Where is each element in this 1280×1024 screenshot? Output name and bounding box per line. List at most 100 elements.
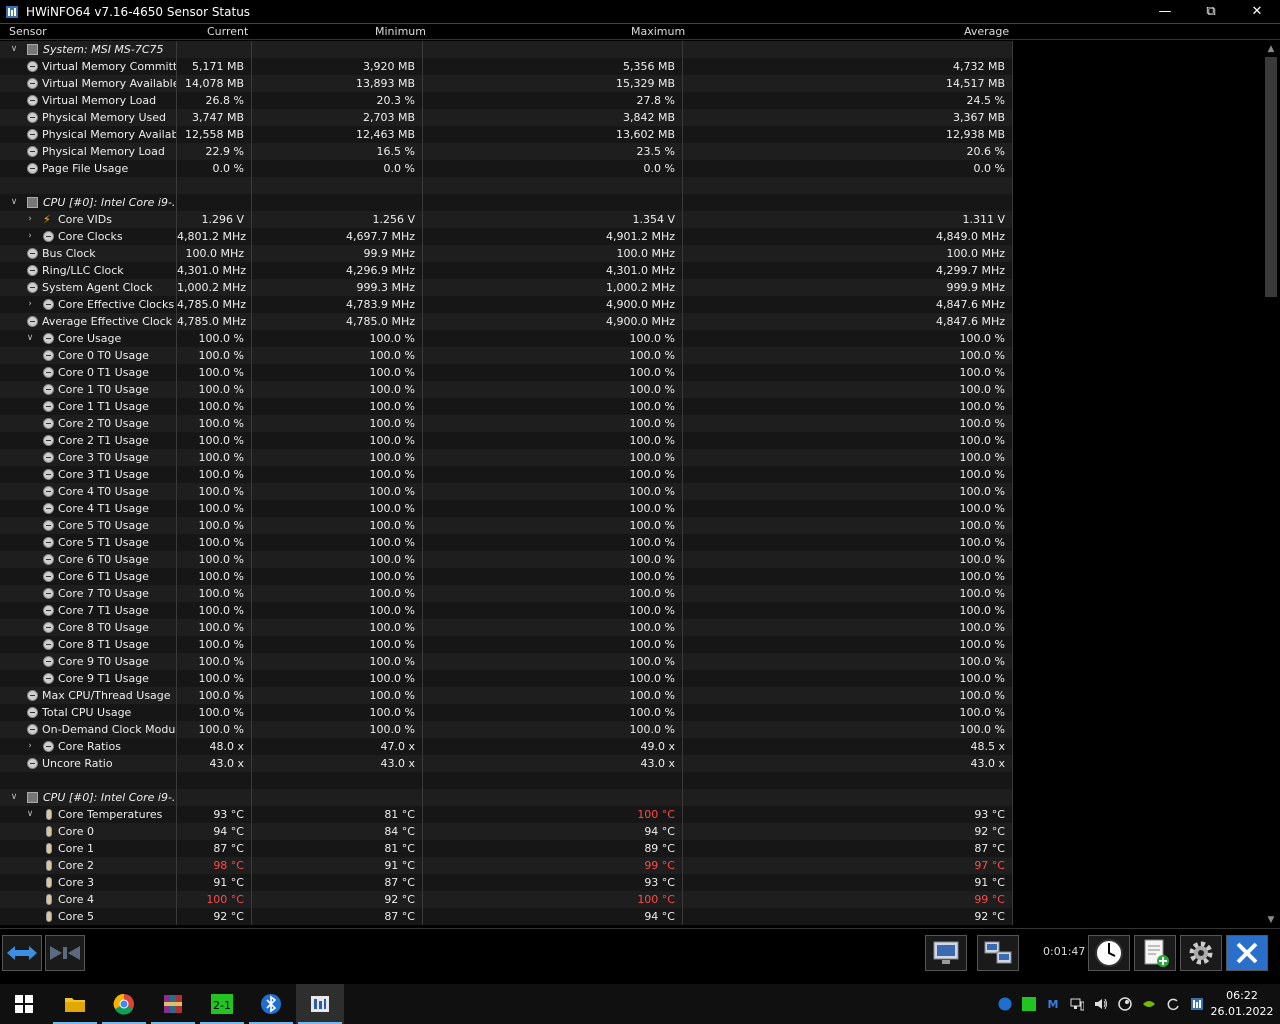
sensor-name-cell: ∨ Core Temperatures (0, 806, 177, 823)
sensor-row[interactable]: Total CPU Usage 100.0 % 100.0 % 100.0 % 100.… (0, 704, 1013, 721)
collapse-chevron-icon[interactable]: ∨ (8, 194, 20, 211)
collapse-chevron-icon[interactable]: ∨ (24, 330, 36, 347)
expand-chevron-icon[interactable]: › (24, 228, 36, 245)
sensor-row[interactable]: Physical Memory Available 12,558 MB 12,463… (0, 126, 1013, 143)
sensor-row[interactable]: Core 5 T0 Usage 100.0 % 100.0 % 100.0 % 100.… (0, 517, 1013, 534)
sensor-row[interactable]: Average Effective Clock 4,785.0 MHz 4,785.… (0, 313, 1013, 330)
sensor-group-row[interactable]: ∨ System: MSI MS-7C75 (0, 41, 1013, 58)
sensor-row[interactable]: Core 2 T1 Usage 100.0 % 100.0 % 100.0 % 100.… (0, 432, 1013, 449)
column-minimum[interactable]: Minimum (375, 25, 426, 38)
sensor-row[interactable]: Core 8 T1 Usage 100.0 % 100.0 % 100.0 % 100.… (0, 636, 1013, 653)
sensor-row[interactable]: Core 3 T0 Usage 100.0 % 100.0 % 100.0 % 100.… (0, 449, 1013, 466)
close-window-button[interactable]: ✕ (1234, 0, 1280, 23)
close-button[interactable] (1226, 935, 1268, 971)
expand-chevron-icon[interactable]: › (24, 738, 36, 755)
sensor-row[interactable]: Bus Clock 100.0 MHz 99.9 MHz 100.0 MHz 100.0… (0, 245, 1013, 262)
sensor-row[interactable]: Virtual Memory Available 14,078 MB 13,893 … (0, 75, 1013, 92)
taskbar-clock[interactable]: 06:22 26.01.2022 (1204, 988, 1280, 1020)
taskbar-chrome[interactable] (100, 984, 148, 1024)
sensor-row[interactable]: ∨ Core Usage 100.0 % 100.0 % 100.0 % 100.0 % (0, 330, 1013, 347)
sensor-row[interactable]: › Core Ratios 48.0 x 47.0 x 49.0 x 48.5 x (0, 738, 1013, 755)
settings-button[interactable] (1180, 935, 1222, 971)
tray-malwarebytes-icon[interactable]: M (1045, 996, 1061, 1012)
sensor-row[interactable]: Core 2 T0 Usage 100.0 % 100.0 % 100.0 % 100.… (0, 415, 1013, 432)
sensor-row[interactable]: Core 7 T1 Usage 100.0 % 100.0 % 100.0 % 100.… (0, 602, 1013, 619)
sensor-row[interactable]: Core 4 T0 Usage 100.0 % 100.0 % 100.0 % 100.… (0, 483, 1013, 500)
collapse-arrows-button[interactable] (45, 935, 85, 971)
scroll-up-arrow-icon[interactable]: ▲ (1262, 41, 1280, 57)
sensor-group-row[interactable]: ∨ CPU [#0]: Intel Core i9-... (0, 789, 1013, 806)
sensor-row[interactable]: Physical Memory Used 3,747 MB 2,703 MB 3,84… (0, 109, 1013, 126)
tray-nvidia-icon[interactable] (1141, 996, 1157, 1012)
sensor-row[interactable]: Core 1 87 °C 81 °C 89 °C 87 °C (0, 840, 1013, 857)
sensor-row[interactable]: Core 5 92 °C 87 °C 94 °C 92 °C (0, 908, 1013, 925)
sensor-row[interactable]: › Core Clocks 4,801.2 MHz 4,697.7 MHz 4,901.… (0, 228, 1013, 245)
tray-steam-icon[interactable] (1117, 996, 1133, 1012)
taskbar-file-explorer[interactable] (51, 984, 99, 1024)
taskbar-winrar[interactable] (149, 984, 197, 1024)
sensor-row[interactable]: Core 7 T0 Usage 100.0 % 100.0 % 100.0 % 100.… (0, 585, 1013, 602)
tray-blue-app-icon[interactable] (997, 996, 1013, 1012)
sensor-row[interactable]: On-Demand Clock Modul... 100.0 % 100.0 % 10… (0, 721, 1013, 738)
taskbar-hwinfo[interactable] (296, 984, 344, 1024)
taskbar-bluetooth-app[interactable] (247, 984, 295, 1024)
sensor-row[interactable]: Core 0 T0 Usage 100.0 % 100.0 % 100.0 % 100.… (0, 347, 1013, 364)
scroll-down-arrow-icon[interactable]: ▼ (1262, 912, 1280, 928)
sensor-row[interactable]: Core 4 T1 Usage 100.0 % 100.0 % 100.0 % 100.… (0, 500, 1013, 517)
sensor-row[interactable]: Core 1 T1 Usage 100.0 % 100.0 % 100.0 % 100.… (0, 398, 1013, 415)
sensor-row[interactable]: Ring/LLC Clock 4,301.0 MHz 4,296.9 MHz 4,30… (0, 262, 1013, 279)
expand-chevron-icon[interactable]: › (24, 296, 36, 313)
tray-hwinfo-icon[interactable] (1189, 996, 1205, 1012)
taskbar-green-app[interactable]: 2-1 (198, 984, 246, 1024)
sensor-row[interactable]: › Core Effective Clocks 4,785.0 MHz 4,783.9… (0, 296, 1013, 313)
sensor-row[interactable]: System Agent Clock 1,000.2 MHz 999.3 MHz 1,… (0, 279, 1013, 296)
vertical-scrollbar[interactable]: ▲ ▼ (1262, 41, 1280, 928)
sensor-row[interactable]: Page File Usage 0.0 % 0.0 % 0.0 % 0.0 % (0, 160, 1013, 177)
sensor-row[interactable]: Physical Memory Load 22.9 % 16.5 % 23.5 % 20… (0, 143, 1013, 160)
expand-arrows-button[interactable] (2, 935, 42, 971)
collapse-chevron-icon[interactable]: ∨ (24, 806, 36, 823)
column-average[interactable]: Average (964, 25, 1009, 38)
sensor-row[interactable]: Core 5 T1 Usage 100.0 % 100.0 % 100.0 % 100.… (0, 534, 1013, 551)
sensor-row[interactable]: Core 3 91 °C 87 °C 93 °C 91 °C (0, 874, 1013, 891)
sensor-group-row[interactable]: ∨ CPU [#0]: Intel Core i9-... (0, 194, 1013, 211)
minimize-button[interactable]: — (1142, 0, 1188, 23)
reset-clock-button[interactable] (1088, 935, 1130, 971)
tray-network-icon[interactable] (1069, 996, 1085, 1012)
sensor-row[interactable]: Core 6 T0 Usage 100.0 % 100.0 % 100.0 % 100.… (0, 551, 1013, 568)
column-maximum[interactable]: Maximum (631, 25, 685, 38)
expand-chevron-icon[interactable]: › (24, 211, 36, 228)
column-current[interactable]: Current (207, 25, 248, 38)
sensor-row[interactable]: Virtual Memory Committed 5,171 MB 3,920 MB… (0, 58, 1013, 75)
sensor-row[interactable]: Core 0 94 °C 84 °C 94 °C 92 °C (0, 823, 1013, 840)
network-button[interactable] (977, 935, 1019, 971)
scrollbar-thumb[interactable] (1265, 57, 1277, 297)
minimum-value: 100.0 % (252, 687, 423, 704)
sensor-row[interactable]: Core 9 T1 Usage 100.0 % 100.0 % 100.0 % 100.… (0, 670, 1013, 687)
sensor-table[interactable]: Sensor Current Minimum Maximum Average ∨… (0, 23, 1280, 928)
sensor-row[interactable]: ∨ Core Temperatures 93 °C 81 °C 100 °C 93 °C (0, 806, 1013, 823)
collapse-chevron-icon[interactable]: ∨ (8, 789, 20, 806)
collapse-chevron-icon[interactable]: ∨ (8, 41, 20, 58)
sensor-label: Average Effective Clock (42, 315, 173, 328)
sensor-row[interactable]: Core 1 T0 Usage 100.0 % 100.0 % 100.0 % 100.… (0, 381, 1013, 398)
tray-volume-icon[interactable] (1093, 996, 1109, 1012)
monitor-button[interactable] (925, 935, 967, 971)
restore-button[interactable]: ⧉ (1188, 0, 1234, 23)
sensor-row[interactable]: Core 2 98 °C 91 °C 99 °C 97 °C (0, 857, 1013, 874)
sensor-row[interactable]: Core 8 T0 Usage 100.0 % 100.0 % 100.0 % 100.… (0, 619, 1013, 636)
tray-sync-icon[interactable] (1165, 996, 1181, 1012)
tray-green-app-icon[interactable] (1021, 996, 1037, 1012)
sensor-row[interactable]: Virtual Memory Load 26.8 % 20.3 % 27.8 % 24.… (0, 92, 1013, 109)
sensor-row[interactable]: › ⚡ Core VIDs 1.296 V 1.256 V 1.354 V 1.311 V (0, 211, 1013, 228)
sensor-row[interactable]: Max CPU/Thread Usage 100.0 % 100.0 % 100.0 … (0, 687, 1013, 704)
start-button[interactable] (0, 984, 48, 1024)
sensor-row[interactable]: Core 4 100 °C 92 °C 100 °C 99 °C (0, 891, 1013, 908)
sensor-row[interactable]: Core 0 T1 Usage 100.0 % 100.0 % 100.0 % 100.… (0, 364, 1013, 381)
column-sensor[interactable]: Sensor (9, 25, 47, 38)
sensor-row[interactable]: Core 9 T0 Usage 100.0 % 100.0 % 100.0 % 100.… (0, 653, 1013, 670)
logging-button[interactable] (1134, 935, 1176, 971)
sensor-row[interactable]: Uncore Ratio 43.0 x 43.0 x 43.0 x 43.0 x (0, 755, 1013, 772)
sensor-row[interactable]: Core 3 T1 Usage 100.0 % 100.0 % 100.0 % 100.… (0, 466, 1013, 483)
sensor-row[interactable]: Core 6 T1 Usage 100.0 % 100.0 % 100.0 % 100.… (0, 568, 1013, 585)
